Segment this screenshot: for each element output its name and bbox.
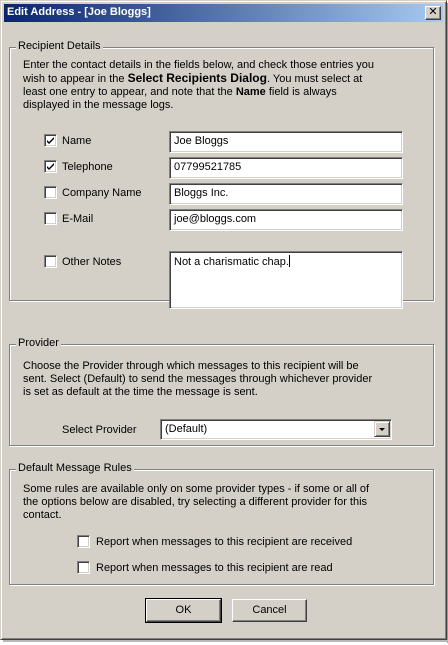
intro-emphasis: Select Recipients Dialog (127, 71, 267, 85)
title-bar[interactable]: Edit Address - [Joe Bloggs] ✕ (4, 4, 443, 22)
text-caret (288, 255, 290, 267)
ok-button[interactable]: OK (145, 598, 222, 623)
provider-text: sent. Select (Default) to send the messa… (23, 373, 373, 385)
provider-select[interactable]: (Default) (160, 419, 392, 440)
intro-text: . You must select at (266, 73, 363, 85)
checkmark-icon (47, 137, 54, 144)
provider-select-value: (Default) (165, 423, 208, 435)
name-field[interactable]: Joe Bloggs (169, 131, 403, 153)
email-checkbox[interactable] (44, 212, 57, 225)
report-read-label: Report when messages to this recipient a… (96, 562, 333, 574)
other-notes-field[interactable]: Not a charismatic chap. (169, 251, 403, 309)
rules-description: Some rules are available only on some pr… (23, 483, 433, 522)
email-field[interactable]: joe@bloggs.com (169, 209, 403, 231)
telephone-field[interactable]: 07799521785 (169, 157, 403, 179)
cancel-button[interactable]: Cancel (232, 599, 307, 622)
rules-text: contact. (23, 509, 62, 521)
intro-emphasis: Name (235, 86, 266, 98)
close-icon: ✕ (428, 6, 438, 18)
chevron-down-icon (379, 428, 385, 431)
intro-text: least one entry to appear, and note that… (23, 86, 236, 98)
rules-text: Some rules are available only on some pr… (23, 483, 370, 495)
report-read-checkbox[interactable] (77, 561, 90, 574)
name-label: Name (62, 135, 92, 147)
intro-text: field is always (265, 86, 337, 98)
report-received-checkbox[interactable] (77, 535, 90, 548)
rules-text: the options below are disabled, try sele… (23, 496, 368, 508)
other-notes-value: Not a charismatic chap. (174, 256, 289, 268)
provider-text: Choose the Provider through which messag… (23, 360, 359, 372)
select-provider-label: Select Provider (62, 424, 137, 436)
intro-text: Enter the contact details in the fields … (23, 59, 374, 71)
company-name-checkbox[interactable] (44, 186, 57, 199)
edit-address-dialog: Edit Address - [Joe Bloggs] ✕ Recipient … (0, 0, 447, 640)
recipient-details-intro: Enter the contact details in the fields … (23, 59, 433, 112)
provider-description: Choose the Provider through which messag… (23, 360, 433, 399)
report-received-label: Report when messages to this recipient a… (96, 536, 353, 548)
provider-text: is set as default at the time the messag… (23, 386, 258, 398)
telephone-label: Telephone (62, 161, 113, 173)
rules-legend: Default Message Rules (16, 462, 134, 474)
close-button[interactable]: ✕ (425, 6, 441, 20)
name-checkbox[interactable] (44, 134, 57, 147)
intro-text: displayed in the message logs. (23, 99, 174, 111)
provider-legend: Provider (16, 337, 61, 349)
recipient-details-legend: Recipient Details (16, 40, 103, 52)
dropdown-button[interactable] (374, 421, 390, 437)
window-shadow (3, 640, 448, 642)
checkmark-icon (47, 163, 54, 170)
other-notes-label: Other Notes (62, 256, 122, 268)
other-notes-checkbox[interactable] (44, 255, 57, 268)
window-title: Edit Address - [Joe Bloggs] (7, 6, 151, 18)
company-name-field[interactable]: Bloggs Inc. (169, 183, 403, 205)
intro-text: wish to appear in the (23, 73, 128, 85)
company-name-label: Company Name (62, 187, 142, 199)
email-label: E-Mail (62, 213, 94, 225)
telephone-checkbox[interactable] (44, 160, 57, 173)
